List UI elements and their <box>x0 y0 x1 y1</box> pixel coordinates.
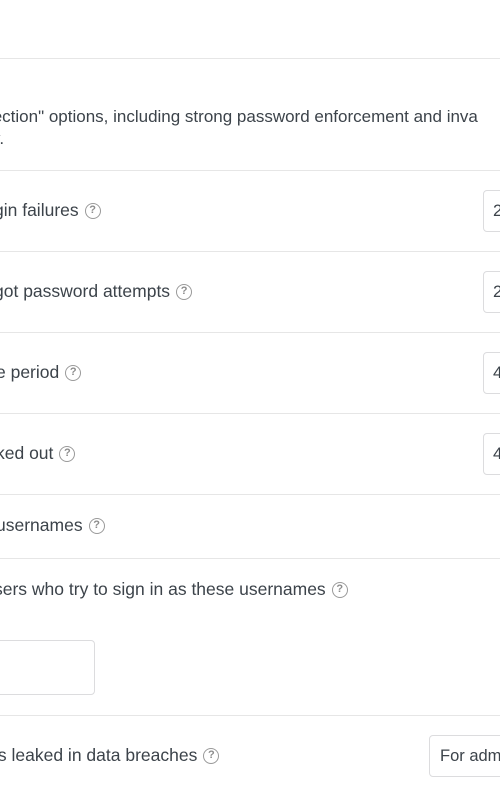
help-icon[interactable]: ? <box>331 581 348 598</box>
leaked-passwords-label: ls leaked in data breaches ? <box>0 745 220 766</box>
login-failures-input[interactable]: 2 <box>483 190 500 232</box>
locked-out-label-text: ked out <box>0 443 54 463</box>
forgot-password-attempts-label-text: got password attempts <box>0 281 171 301</box>
help-icon[interactable]: ? <box>176 283 193 300</box>
time-period-input[interactable]: 4 <box>483 352 500 394</box>
help-icon[interactable]: ? <box>84 202 101 219</box>
divider <box>0 558 500 559</box>
help-icon[interactable]: ? <box>65 364 82 381</box>
help-icon[interactable]: ? <box>88 517 105 534</box>
login-failures-label: gin failures ? <box>0 200 101 221</box>
divider <box>0 715 500 716</box>
time-period-label-text: e period <box>0 362 60 382</box>
divider <box>0 58 500 59</box>
time-period-label: e period ? <box>0 362 82 383</box>
divider <box>0 332 500 333</box>
forgot-password-attempts-value: 2 <box>493 282 500 301</box>
help-icon[interactable]: ? <box>59 445 76 462</box>
login-failures-value: 2 <box>493 201 500 220</box>
forgot-password-attempts-label: got password attempts ? <box>0 281 193 302</box>
forgot-password-attempts-input[interactable]: 2 <box>483 271 500 313</box>
help-icon[interactable]: ? <box>203 747 220 764</box>
login-failures-label-text: gin failures <box>0 200 79 220</box>
settings-page: tection" options, including strong passw… <box>0 0 500 796</box>
block-usernames-label-text: sers who try to sign in as these usernam… <box>0 579 326 599</box>
usernames-label-text: usernames <box>0 515 83 535</box>
divider <box>0 251 500 252</box>
description-line-2: w. <box>0 128 500 150</box>
locked-out-input[interactable]: 4 <box>483 433 500 475</box>
description-line-1: tection" options, including strong passw… <box>0 107 478 126</box>
section-description: tection" options, including strong passw… <box>0 106 500 150</box>
divider <box>0 413 500 414</box>
locked-out-value: 4 <box>493 444 500 463</box>
block-usernames-label: sers who try to sign in as these usernam… <box>0 579 348 600</box>
divider <box>0 494 500 495</box>
leaked-passwords-label-text: ls leaked in data breaches <box>0 745 198 765</box>
blocked-usernames-textarea[interactable] <box>0 640 95 695</box>
divider <box>0 170 500 171</box>
leaked-passwords-select[interactable]: For admi <box>429 735 500 777</box>
locked-out-label: ked out ? <box>0 443 76 464</box>
time-period-value: 4 <box>493 363 500 382</box>
usernames-label: usernames ? <box>0 515 105 536</box>
leaked-passwords-selected: For admi <box>440 746 500 765</box>
